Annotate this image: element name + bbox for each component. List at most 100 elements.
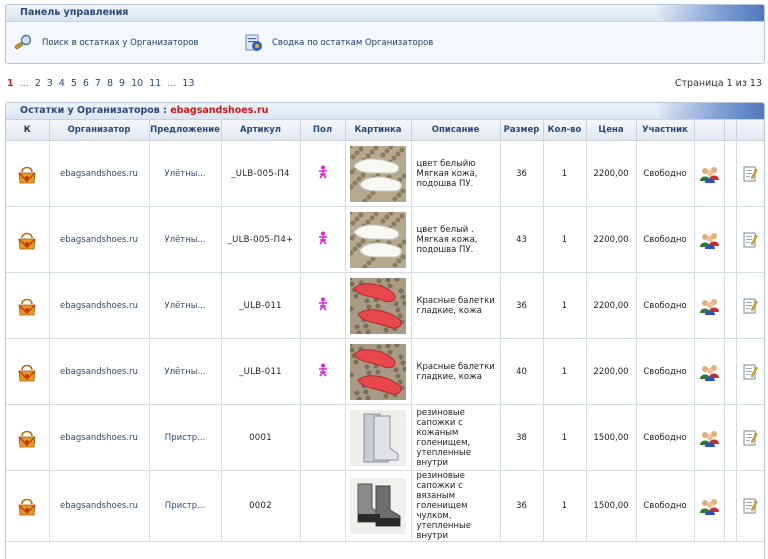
stock-summary-link[interactable]: Сводка по остаткам Организаторов [242, 34, 433, 52]
picture-cell[interactable] [345, 338, 412, 405]
offer-link[interactable]: Улётны... [164, 367, 205, 377]
qty-cell: 1 [543, 404, 587, 471]
price-cell: 2200,00 [586, 206, 637, 273]
participants-action-cell[interactable] [694, 404, 725, 471]
participants-icon[interactable] [699, 429, 719, 447]
participants-action-cell[interactable] [694, 338, 725, 405]
offer-link[interactable]: Улётны... [164, 235, 205, 245]
spacer-cell [724, 404, 737, 471]
organizer-link[interactable]: ebagsandshoes.ru [60, 501, 138, 511]
search-stock-link[interactable]: Поиск в остатках у Организаторов [12, 34, 198, 52]
offer-link[interactable]: Улётны... [164, 301, 205, 311]
edit-action-cell[interactable] [736, 338, 764, 405]
shopping-bag-icon[interactable] [16, 495, 38, 517]
grey-boots-photo[interactable] [350, 409, 406, 466]
offer-link[interactable]: Пристр... [165, 501, 205, 511]
offer-link[interactable]: Улётны... [164, 169, 205, 179]
organizer-link[interactable]: ebagsandshoes.ru [60, 433, 138, 443]
table-row: ebagsandshoes.ru Улётны... _ULB-005-П4+ цве… [6, 206, 764, 273]
qty-cell: 1 [543, 470, 587, 542]
organizer-link[interactable]: ebagsandshoes.ru [60, 169, 138, 179]
participants-icon[interactable] [699, 497, 719, 515]
participants-action-cell[interactable] [694, 206, 725, 273]
col-article-header: Артикул [221, 120, 301, 141]
gender-cell [300, 338, 346, 405]
participants-action-cell[interactable] [694, 140, 725, 207]
participant-cell: Свободно [636, 404, 695, 471]
qty-cell: 1 [543, 272, 587, 339]
page-link[interactable]: 10 [131, 78, 143, 89]
page-link[interactable]: 8 [107, 78, 113, 89]
size-cell: 38 [500, 404, 544, 471]
page-link[interactable]: 3 [47, 78, 53, 89]
organizer-link[interactable]: ebagsandshoes.ru [60, 235, 138, 245]
shopping-bag-icon[interactable] [16, 427, 38, 449]
red-flats-photo[interactable] [350, 277, 406, 334]
picture-cell[interactable] [345, 470, 412, 542]
organizer-link[interactable]: ebagsandshoes.ru [60, 367, 138, 377]
spacer-cell [724, 338, 737, 405]
edit-note-icon[interactable] [742, 231, 758, 249]
picture-cell[interactable] [345, 404, 412, 471]
page-link[interactable]: 7 [95, 78, 101, 89]
cart-cell[interactable] [6, 206, 50, 273]
edit-action-cell[interactable] [736, 272, 764, 339]
col-price-header: Цена [586, 120, 637, 141]
page-link[interactable]: 6 [83, 78, 89, 89]
organizer-cell: ebagsandshoes.ru [49, 404, 150, 471]
cart-cell[interactable] [6, 404, 50, 471]
cart-cell[interactable] [6, 140, 50, 207]
edit-note-icon[interactable] [742, 297, 758, 315]
edit-note-icon[interactable] [742, 429, 758, 447]
organizer-link[interactable]: ebagsandshoes.ru [60, 301, 138, 311]
pagination: 1 ... 2 3 4 5 6 7 8 9 10 11 ... 13 [7, 78, 200, 89]
participants-icon[interactable] [699, 231, 719, 249]
description-cell: Красные балетки гладкие, кожа [411, 272, 501, 339]
participants-icon[interactable] [699, 297, 719, 315]
picture-cell[interactable] [345, 206, 412, 273]
cart-cell[interactable] [6, 272, 50, 339]
edit-note-icon[interactable] [742, 497, 758, 515]
edit-action-cell[interactable] [736, 404, 764, 471]
qty-cell: 1 [543, 338, 587, 405]
page-link[interactable]: 5 [71, 78, 77, 89]
col-description-header: Описание [411, 120, 501, 141]
edit-action-cell[interactable] [736, 140, 764, 207]
page-link[interactable]: 4 [59, 78, 65, 89]
red-flats-photo[interactable] [350, 343, 406, 400]
edit-action-cell[interactable] [736, 206, 764, 273]
page-link-last[interactable]: 13 [182, 78, 194, 89]
cart-cell[interactable] [6, 338, 50, 405]
offer-link[interactable]: Пристр... [165, 433, 205, 443]
participants-action-cell[interactable] [694, 470, 725, 542]
size-cell: 40 [500, 338, 544, 405]
page-link[interactable]: 11 [149, 78, 161, 89]
participants-action-cell[interactable] [694, 272, 725, 339]
col-action-3-header [736, 120, 764, 141]
cart-cell[interactable] [6, 470, 50, 542]
knit-boots-photo[interactable] [350, 478, 406, 534]
page-link[interactable]: 2 [35, 78, 41, 89]
participants-icon[interactable] [699, 165, 719, 183]
table-row: ebagsandshoes.ru Улётны... _ULB-011 Красные… [6, 272, 764, 339]
edit-note-icon[interactable] [742, 363, 758, 381]
col-gender-header: Пол [300, 120, 346, 141]
table-row: ebagsandshoes.ru Пристр... 0001 резиновые с… [6, 404, 764, 471]
participants-icon[interactable] [699, 363, 719, 381]
edit-note-icon[interactable] [742, 165, 758, 183]
picture-cell[interactable] [345, 272, 412, 339]
white-flats-photo[interactable] [350, 211, 406, 268]
shopping-bag-icon[interactable] [16, 361, 38, 383]
description-cell: Красные балетки гладкие, кожа [411, 338, 501, 405]
picture-cell[interactable] [345, 140, 412, 207]
price-cell: 2200,00 [586, 272, 637, 339]
shopping-bag-icon[interactable] [16, 229, 38, 251]
description-cell: цвет белый . Мягкая кожа, подошва ПУ. [411, 206, 501, 273]
gender-cell [300, 470, 346, 542]
shopping-bag-icon[interactable] [16, 163, 38, 185]
white-flats-photo[interactable] [350, 145, 406, 202]
shopping-bag-icon[interactable] [16, 295, 38, 317]
edit-action-cell[interactable] [736, 470, 764, 542]
page-dots: ... [19, 78, 29, 89]
page-link[interactable]: 9 [119, 78, 125, 89]
